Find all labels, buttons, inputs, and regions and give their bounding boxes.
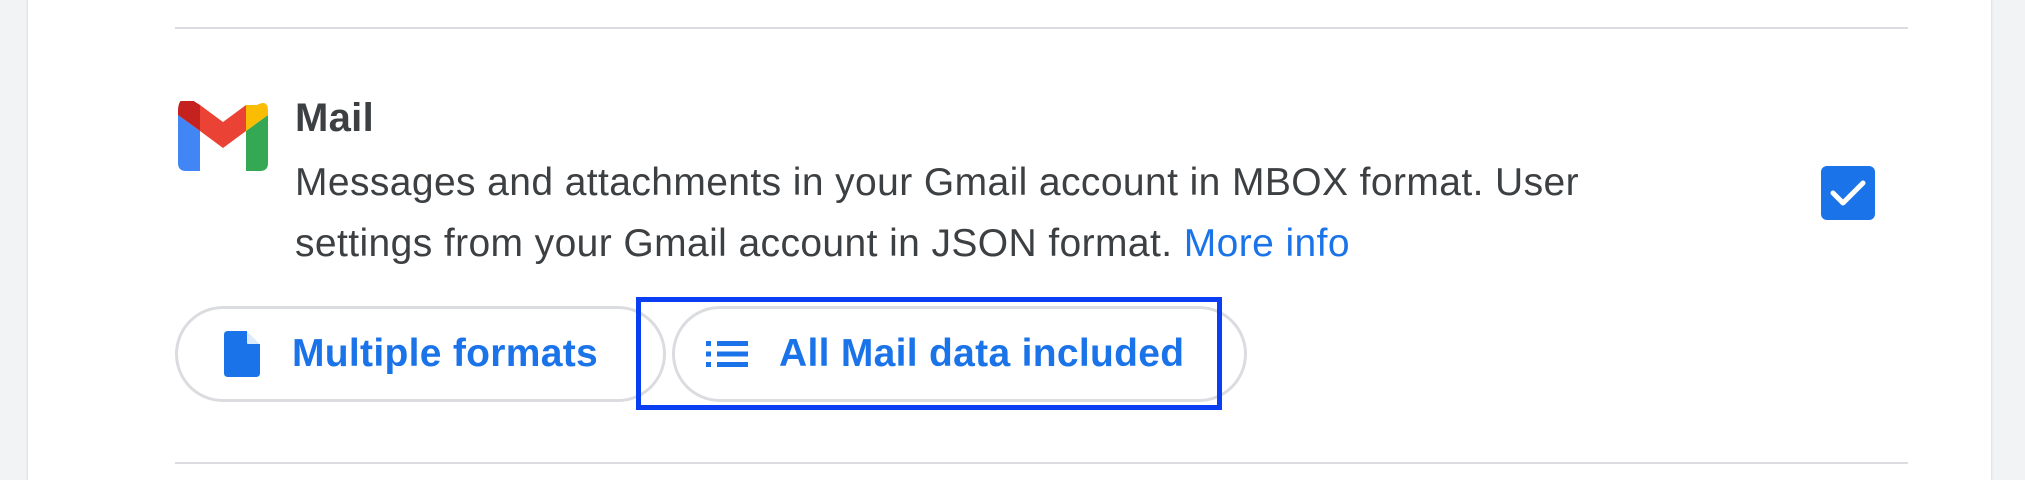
all-mail-data-label: All Mail data included — [779, 332, 1185, 375]
product-title: Mail — [295, 96, 374, 140]
all-mail-data-button[interactable]: All Mail data included — [672, 306, 1247, 402]
gmail-logo-icon — [178, 101, 268, 171]
list-icon — [705, 339, 749, 369]
description-text: Messages and attachments in your Gmail a… — [295, 161, 1579, 265]
document-icon — [222, 331, 262, 377]
more-info-link[interactable]: More info — [1184, 222, 1350, 265]
multiple-formats-button[interactable]: Multiple formats — [175, 306, 666, 402]
export-product-card: Mail Messages and attachments in your Gm… — [28, 0, 1991, 480]
multiple-formats-label: Multiple formats — [292, 332, 598, 375]
top-divider — [175, 27, 1908, 29]
bottom-divider — [175, 462, 1908, 464]
product-description: Messages and attachments in your Gmail a… — [295, 152, 1725, 274]
include-mail-checkbox[interactable] — [1821, 166, 1875, 220]
checkmark-icon — [1830, 180, 1866, 206]
